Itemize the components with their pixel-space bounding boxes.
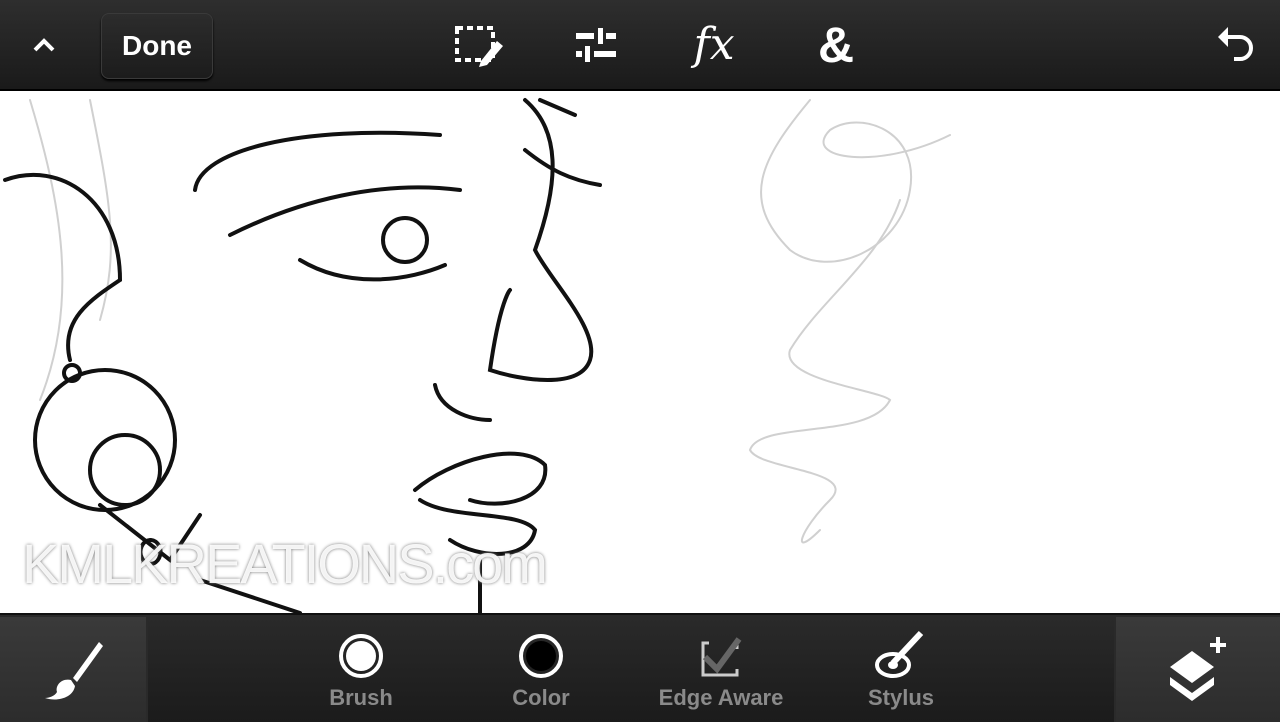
- brush-label: Brush: [329, 685, 393, 710]
- collapse-button[interactable]: [20, 0, 68, 89]
- edge-aware-option[interactable]: Edge Aware: [641, 617, 801, 722]
- tool-options: Brush Color Edge Aware Stylus: [148, 617, 1114, 722]
- watermark: KMLKREATIONS.com: [22, 532, 548, 595]
- fx-icon: fx: [693, 19, 735, 70]
- stylus-label: Stylus: [867, 685, 935, 710]
- done-button[interactable]: Done: [101, 13, 213, 79]
- brush-size-circle-icon: [339, 634, 383, 678]
- ampersand-button[interactable]: &: [806, 0, 866, 89]
- brush-option[interactable]: Brush: [281, 617, 441, 722]
- chevron-up-icon: [33, 37, 55, 51]
- selection-edit-icon: [455, 25, 503, 67]
- ampersand-icon: &: [817, 16, 855, 73]
- drawing-canvas[interactable]: KMLKREATIONS.com: [0, 91, 1280, 613]
- color-option[interactable]: Color: [461, 617, 621, 722]
- checkbox-icon: [701, 637, 742, 677]
- stylus-icon: [875, 630, 924, 678]
- adjustments-button[interactable]: [566, 0, 626, 89]
- add-layer-icon: [1170, 636, 1226, 701]
- brush-tool-button[interactable]: [0, 617, 146, 722]
- top-toolbar: Done fx &: [0, 0, 1280, 91]
- layers-button[interactable]: [1116, 617, 1280, 722]
- stylus-option[interactable]: Stylus: [821, 617, 981, 722]
- undo-button[interactable]: [1206, 0, 1266, 89]
- color-label: Color: [512, 685, 570, 710]
- undo-icon: [1218, 26, 1253, 61]
- paintbrush-icon: [45, 641, 103, 699]
- edge-aware-label: Edge Aware: [658, 685, 784, 710]
- selection-button[interactable]: [448, 0, 508, 89]
- bottom-toolbar: Brush Color Edge Aware Stylus: [0, 613, 1280, 722]
- adjustments-icon: [576, 27, 616, 62]
- color-swatch-icon: [519, 634, 563, 678]
- fx-button[interactable]: fx: [684, 0, 744, 89]
